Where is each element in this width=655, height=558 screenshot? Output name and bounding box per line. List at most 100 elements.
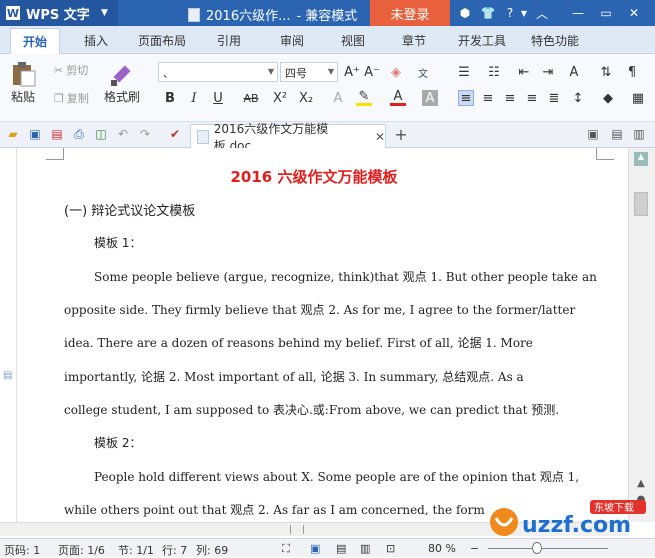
align-right-icon[interactable]: ≡	[502, 90, 518, 106]
paste-button[interactable]: 粘贴	[9, 60, 37, 105]
close-tab-icon[interactable]: ✕	[375, 130, 385, 144]
italic-icon[interactable]: I	[186, 90, 202, 106]
shrink-font-icon[interactable]: A⁻	[364, 64, 380, 80]
show-marks-icon[interactable]: ¶	[624, 64, 640, 80]
increase-indent-icon[interactable]: ⇥	[540, 64, 556, 80]
strikethrough-icon[interactable]: AB	[240, 90, 262, 106]
collapse-ribbon-icon[interactable]: ︿	[534, 5, 550, 21]
superscript-icon[interactable]: X²	[272, 90, 288, 106]
zoom-slider[interactable]	[488, 548, 608, 549]
zoom-out-icon[interactable]: −	[470, 542, 479, 555]
open-folder-icon[interactable]: ▰	[6, 127, 20, 141]
app-menu-button[interactable]: W WPS 文字 ▼	[0, 0, 118, 26]
wps-logo-icon: W	[6, 6, 20, 20]
print-icon[interactable]: ⎙	[72, 127, 86, 141]
redo-icon[interactable]: ↷	[138, 127, 152, 141]
fullscreen-icon[interactable]: ⛶	[282, 542, 290, 556]
tab-developer[interactable]: 开发工具	[458, 32, 506, 49]
format-painter-button[interactable]: 格式刷	[104, 60, 140, 105]
minimize-icon[interactable]: —	[570, 5, 586, 21]
tab-page-layout[interactable]: 页面布局	[138, 32, 186, 49]
previous-page-icon[interactable]: ▲	[634, 478, 648, 492]
tab-home[interactable]: 开始	[10, 28, 61, 55]
char-shading-icon[interactable]: A	[422, 90, 438, 106]
skin-icon[interactable]: ⬢	[457, 5, 473, 21]
fill-color-icon[interactable]: ◆	[600, 90, 616, 106]
zoom-level[interactable]: 80 %	[428, 542, 456, 555]
new-tab-icon[interactable]: +	[394, 125, 408, 144]
change-case-icon[interactable]: A	[566, 64, 582, 80]
crop-mark	[46, 148, 64, 160]
web-view-icon[interactable]: ▥	[360, 542, 370, 555]
font-size-select[interactable]: 四号 ▼	[280, 62, 338, 82]
font-color-icon[interactable]: A	[390, 89, 406, 106]
scroll-up-icon[interactable]: ▲	[634, 152, 648, 166]
help-menu-icon[interactable]: ▼	[516, 5, 532, 21]
highlight-icon[interactable]: ✎	[356, 89, 372, 106]
bold-icon[interactable]: B	[162, 90, 178, 106]
zoom-slider-handle[interactable]	[532, 542, 542, 554]
page-number: 页码: 1	[4, 544, 41, 557]
phonetic-guide-icon[interactable]: 文	[415, 64, 431, 80]
section-count: 节: 1/1	[118, 544, 154, 557]
justify-icon[interactable]: ≡	[524, 90, 540, 106]
document-icon	[197, 129, 209, 144]
outline-view-icon[interactable]: ▤	[336, 542, 346, 555]
sort-icon[interactable]: ⇅	[598, 64, 614, 80]
text-effect-icon[interactable]: A	[330, 90, 346, 106]
login-button[interactable]: 未登录	[370, 0, 450, 26]
numbered-list-icon[interactable]: ☷	[486, 64, 502, 80]
vertical-scrollbar[interactable]: ▲ ▲ ●	[628, 148, 655, 522]
scissors-icon: ✂	[54, 63, 64, 77]
clear-format-icon[interactable]: ◈	[388, 64, 404, 80]
tab-review[interactable]: 审阅	[280, 32, 304, 49]
tab-insert[interactable]: 插入	[84, 32, 108, 49]
window-list-icon[interactable]: ▣	[586, 127, 600, 141]
chevron-down-icon: ▼	[267, 67, 274, 76]
borders-icon[interactable]: ▦	[630, 90, 646, 106]
read-mode-icon[interactable]: ⊡	[386, 542, 395, 555]
paragraph: while others point out that 观点 2. As far…	[64, 503, 485, 517]
window-tile-icon[interactable]: ▤	[610, 127, 624, 141]
chevron-down-icon: ▼	[101, 8, 108, 18]
document-tab-bar: ▰ ▣ ▤ ⎙ ◫ ↶ ↷ ✔ 2016六级作文万能模板.doc ✕ + ▣ ▤…	[0, 122, 655, 153]
customize-toolbar-icon[interactable]: ✔	[168, 127, 182, 141]
decrease-indent-icon[interactable]: ⇤	[516, 64, 532, 80]
save-icon[interactable]: ▣	[28, 127, 42, 141]
tab-references[interactable]: 引用	[217, 32, 241, 49]
bullet-list-icon[interactable]: ☰	[456, 64, 472, 80]
cut-button[interactable]: ✂ 剪切	[54, 62, 88, 78]
copy-icon: ❐	[54, 91, 64, 105]
tab-chapter[interactable]: 章节	[402, 32, 426, 49]
paste-icon	[13, 62, 36, 87]
page-view-icon[interactable]: ▣	[310, 542, 320, 555]
subscript-icon[interactable]: X₂	[298, 90, 314, 106]
scrollbar-thumb[interactable]	[634, 192, 648, 216]
svg-text:uzzf.com: uzzf.com	[522, 513, 631, 538]
distribute-icon[interactable]: ≣	[546, 90, 562, 106]
paragraph: People hold different views about X. Som…	[94, 470, 580, 484]
undo-icon[interactable]: ↶	[116, 127, 130, 141]
scrollbar-thumb[interactable]	[290, 525, 304, 534]
tab-view[interactable]: 视图	[341, 32, 365, 49]
close-icon[interactable]: ✕	[626, 5, 642, 21]
font-name-select[interactable]: 、 ▼	[158, 62, 278, 82]
window-arrange-icon[interactable]: ▥	[632, 127, 646, 141]
tab-features[interactable]: 特色功能	[531, 32, 579, 49]
grow-font-icon[interactable]: A⁺	[344, 64, 360, 80]
left-margin: ▤	[0, 148, 17, 522]
align-left-icon[interactable]: ≡	[458, 90, 474, 106]
align-center-icon[interactable]: ≡	[480, 90, 496, 106]
line-spacing-icon[interactable]: ↕	[570, 90, 586, 106]
paragraph-marker-icon[interactable]: ▤	[3, 370, 12, 381]
print-preview-icon[interactable]: ◫	[94, 127, 108, 141]
export-pdf-icon[interactable]: ▤	[50, 127, 64, 141]
copy-button[interactable]: ❐ 复制	[54, 90, 89, 106]
page-count[interactable]: 页面: 1/6	[58, 542, 105, 558]
shirt-icon[interactable]: 👕	[480, 5, 496, 21]
maximize-icon[interactable]: ▭	[598, 5, 614, 21]
uzzf-logo-icon: uzzf.com 东坡下载	[490, 500, 646, 538]
tab-document[interactable]: 2016六级作文万能模板.doc ✕	[190, 122, 386, 153]
underline-icon[interactable]: U	[210, 90, 226, 106]
paragraph: idea. There are a dozen of reasons behin…	[64, 336, 533, 350]
